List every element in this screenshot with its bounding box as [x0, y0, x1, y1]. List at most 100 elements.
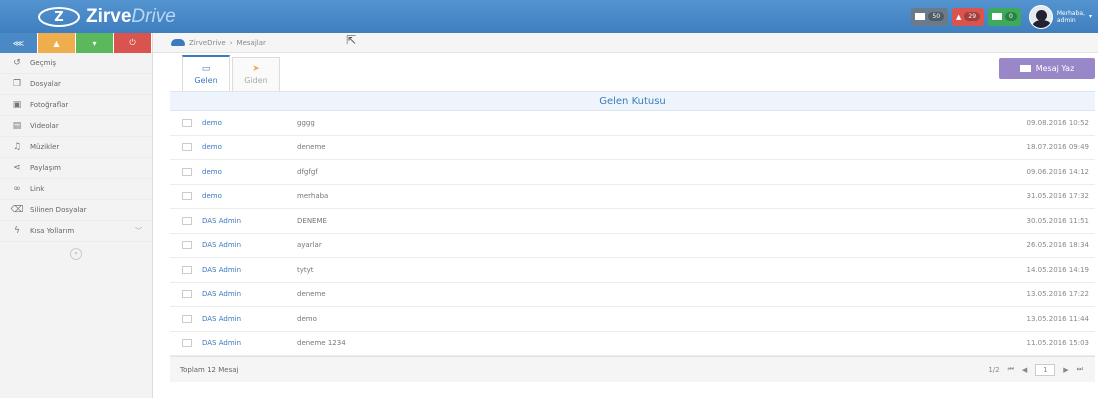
top-bar: Z ZirveDrive 50 ▲ 29 0 Merhaba, admin ▾: [0, 0, 1098, 33]
inbox-icon: ▭: [201, 63, 211, 74]
message-subject[interactable]: deneme: [297, 290, 955, 298]
page-input[interactable]: 1: [1035, 363, 1056, 376]
table-row[interactable]: demo merhaba 31.05.2016 17:32: [170, 185, 1095, 209]
row-checkbox[interactable]: [182, 118, 192, 127]
message-subject[interactable]: merhaba: [297, 192, 955, 200]
files-icon: ❐: [12, 79, 22, 89]
tab-label: Giden: [244, 76, 268, 85]
history-icon: ↺: [13, 58, 21, 68]
row-checkbox[interactable]: [182, 192, 192, 201]
compose-message-button[interactable]: Mesaj Yaz: [999, 58, 1095, 79]
table-row[interactable]: DAS Admin tytyt 14.05.2016 14:19: [170, 258, 1095, 283]
row-checkbox[interactable]: [182, 265, 192, 274]
power-quick-button[interactable]: ⏻: [114, 33, 152, 53]
user-menu[interactable]: Merhaba, admin ▾: [1025, 4, 1092, 29]
message-sender[interactable]: DAS Admin: [202, 217, 297, 225]
table-row[interactable]: demo gggg 09.08.2016 10:52: [170, 111, 1095, 136]
row-checkbox[interactable]: [182, 290, 192, 299]
table-row[interactable]: DAS Admin ayarlar 26.05.2016 18:34: [170, 234, 1095, 258]
message-sender[interactable]: DAS Admin: [202, 241, 297, 249]
message-subject[interactable]: DENEME: [297, 217, 955, 225]
message-date: 30.05.2016 11:51: [1026, 216, 1089, 225]
message-subject[interactable]: deneme: [297, 143, 955, 151]
avatar: [1028, 4, 1053, 29]
sidebar-item-photos[interactable]: ▣ Fotoğraflar: [0, 95, 152, 116]
sidebar-item-music[interactable]: ♫ Müzikler: [0, 137, 152, 158]
table-row[interactable]: demo dfgfgf 09.06.2016 14:12: [170, 160, 1095, 185]
table-row[interactable]: DAS Admin demo 13.05.2016 11:44: [170, 307, 1095, 332]
message-subject[interactable]: demo: [297, 315, 955, 323]
row-checkbox[interactable]: [182, 339, 192, 348]
breadcrumb-root-link[interactable]: ZirveDrive: [189, 39, 226, 47]
tab-label: Gelen: [194, 75, 218, 85]
message-date: 14.05.2016 14:19: [1026, 265, 1089, 274]
page-info: 1/2: [988, 365, 1000, 374]
message-sender[interactable]: demo: [202, 119, 297, 127]
row-checkbox[interactable]: [182, 143, 192, 152]
app-name: ZirveDrive: [86, 6, 176, 28]
message-sender[interactable]: DAS Admin: [202, 339, 297, 347]
row-checkbox[interactable]: [182, 241, 192, 250]
message-subject[interactable]: gggg: [297, 119, 955, 127]
breadcrumb-separator: ›: [229, 38, 233, 47]
inbox-icon: [915, 13, 926, 20]
message-sender[interactable]: DAS Admin: [202, 315, 297, 323]
sidebar-item-videos[interactable]: ▤ Videolar: [0, 116, 152, 137]
table-row[interactable]: DAS Admin DENEME 30.05.2016 11:51: [170, 209, 1095, 234]
notifications-button[interactable]: ▲ 29: [952, 7, 985, 26]
messages-button[interactable]: 0: [988, 7, 1021, 26]
sidebar-item-shortcuts[interactable]: ϟ Kısa Yollarım ﹀: [0, 221, 152, 242]
sidebar-item-label: Link: [30, 185, 45, 193]
message-subject[interactable]: ayarlar: [297, 241, 955, 249]
sidebar-item-label: Videolar: [30, 122, 59, 130]
sidebar-item-history[interactable]: ↺ Geçmiş: [0, 53, 152, 74]
message-subject[interactable]: deneme 1234: [297, 339, 955, 347]
table-row[interactable]: demo deneme 18.07.2016 09:49: [170, 136, 1095, 160]
inbox-count-button[interactable]: 50: [911, 7, 949, 26]
main-content: ▭ Gelen ➤ Giden Mesaj Yaz Gelen Kutusu dem…: [170, 53, 1095, 382]
next-page-icon[interactable]: ▶: [1063, 366, 1068, 374]
row-checkbox[interactable]: [182, 167, 192, 176]
filter-quick-button[interactable]: ▾: [76, 33, 114, 53]
app-logo[interactable]: Z ZirveDrive: [38, 6, 176, 28]
total-messages: Toplam 12 Mesaj: [180, 365, 239, 374]
sidebar-item-link[interactable]: ∞ Link: [0, 179, 152, 200]
message-sender[interactable]: demo: [202, 192, 297, 200]
prev-page-icon[interactable]: ◀: [1022, 366, 1027, 374]
share-quick-button[interactable]: ⋘: [0, 33, 38, 53]
logo-mark: Z: [38, 7, 80, 27]
tab-inbox[interactable]: ▭ Gelen: [182, 55, 230, 91]
sidebar-item-label: Dosyalar: [30, 80, 61, 88]
first-page-icon[interactable]: ⏮: [1008, 365, 1014, 374]
tab-sent[interactable]: ➤ Giden: [232, 57, 280, 91]
message-sender[interactable]: demo: [202, 143, 297, 151]
notifications-count: 29: [964, 12, 981, 21]
video-icon: ▤: [12, 121, 22, 131]
message-sender[interactable]: DAS Admin: [202, 266, 297, 274]
bolt-icon: ϟ: [14, 226, 20, 236]
message-subject[interactable]: dfgfgf: [297, 168, 955, 176]
table-row[interactable]: DAS Admin deneme 1234 11.05.2016 15:03: [170, 332, 1095, 356]
sidebar-item-files[interactable]: ❐ Dosyalar: [0, 74, 152, 95]
last-page-icon[interactable]: ⏭: [1077, 365, 1083, 374]
row-checkbox[interactable]: [182, 314, 192, 323]
table-row[interactable]: DAS Admin deneme 13.05.2016 17:22: [170, 283, 1095, 307]
top-bar-actions: 50 ▲ 29 0 Merhaba, admin ▾: [911, 4, 1092, 29]
sidebar-item-sharing[interactable]: ⋖ Paylaşım: [0, 158, 152, 179]
warning-quick-button[interactable]: ▲: [38, 33, 76, 53]
message-date: 11.05.2016 15:03: [1026, 339, 1089, 348]
trash-icon: ⌫: [10, 205, 24, 215]
sidebar-collapse-button[interactable]: «: [70, 248, 82, 260]
row-checkbox[interactable]: [182, 216, 192, 225]
message-list: demo gggg 09.08.2016 10:52 demo deneme 18.07.…: [170, 111, 1095, 356]
envelope-icon: [1019, 65, 1031, 72]
message-sender[interactable]: DAS Admin: [202, 290, 297, 298]
greeting-text: Merhaba,: [1056, 9, 1085, 17]
mouse-cursor-icon: ⇱: [346, 33, 357, 47]
sidebar-quick-buttons: ⋘ ▲ ▾ ⏻: [0, 33, 152, 53]
sidebar-item-trash[interactable]: ⌫ Silinen Dosyalar: [0, 200, 152, 221]
message-date: 18.07.2016 09:49: [1026, 143, 1089, 152]
message-subject[interactable]: tytyt: [297, 266, 955, 274]
inbox-count: 50: [928, 12, 945, 21]
message-sender[interactable]: demo: [202, 168, 297, 176]
